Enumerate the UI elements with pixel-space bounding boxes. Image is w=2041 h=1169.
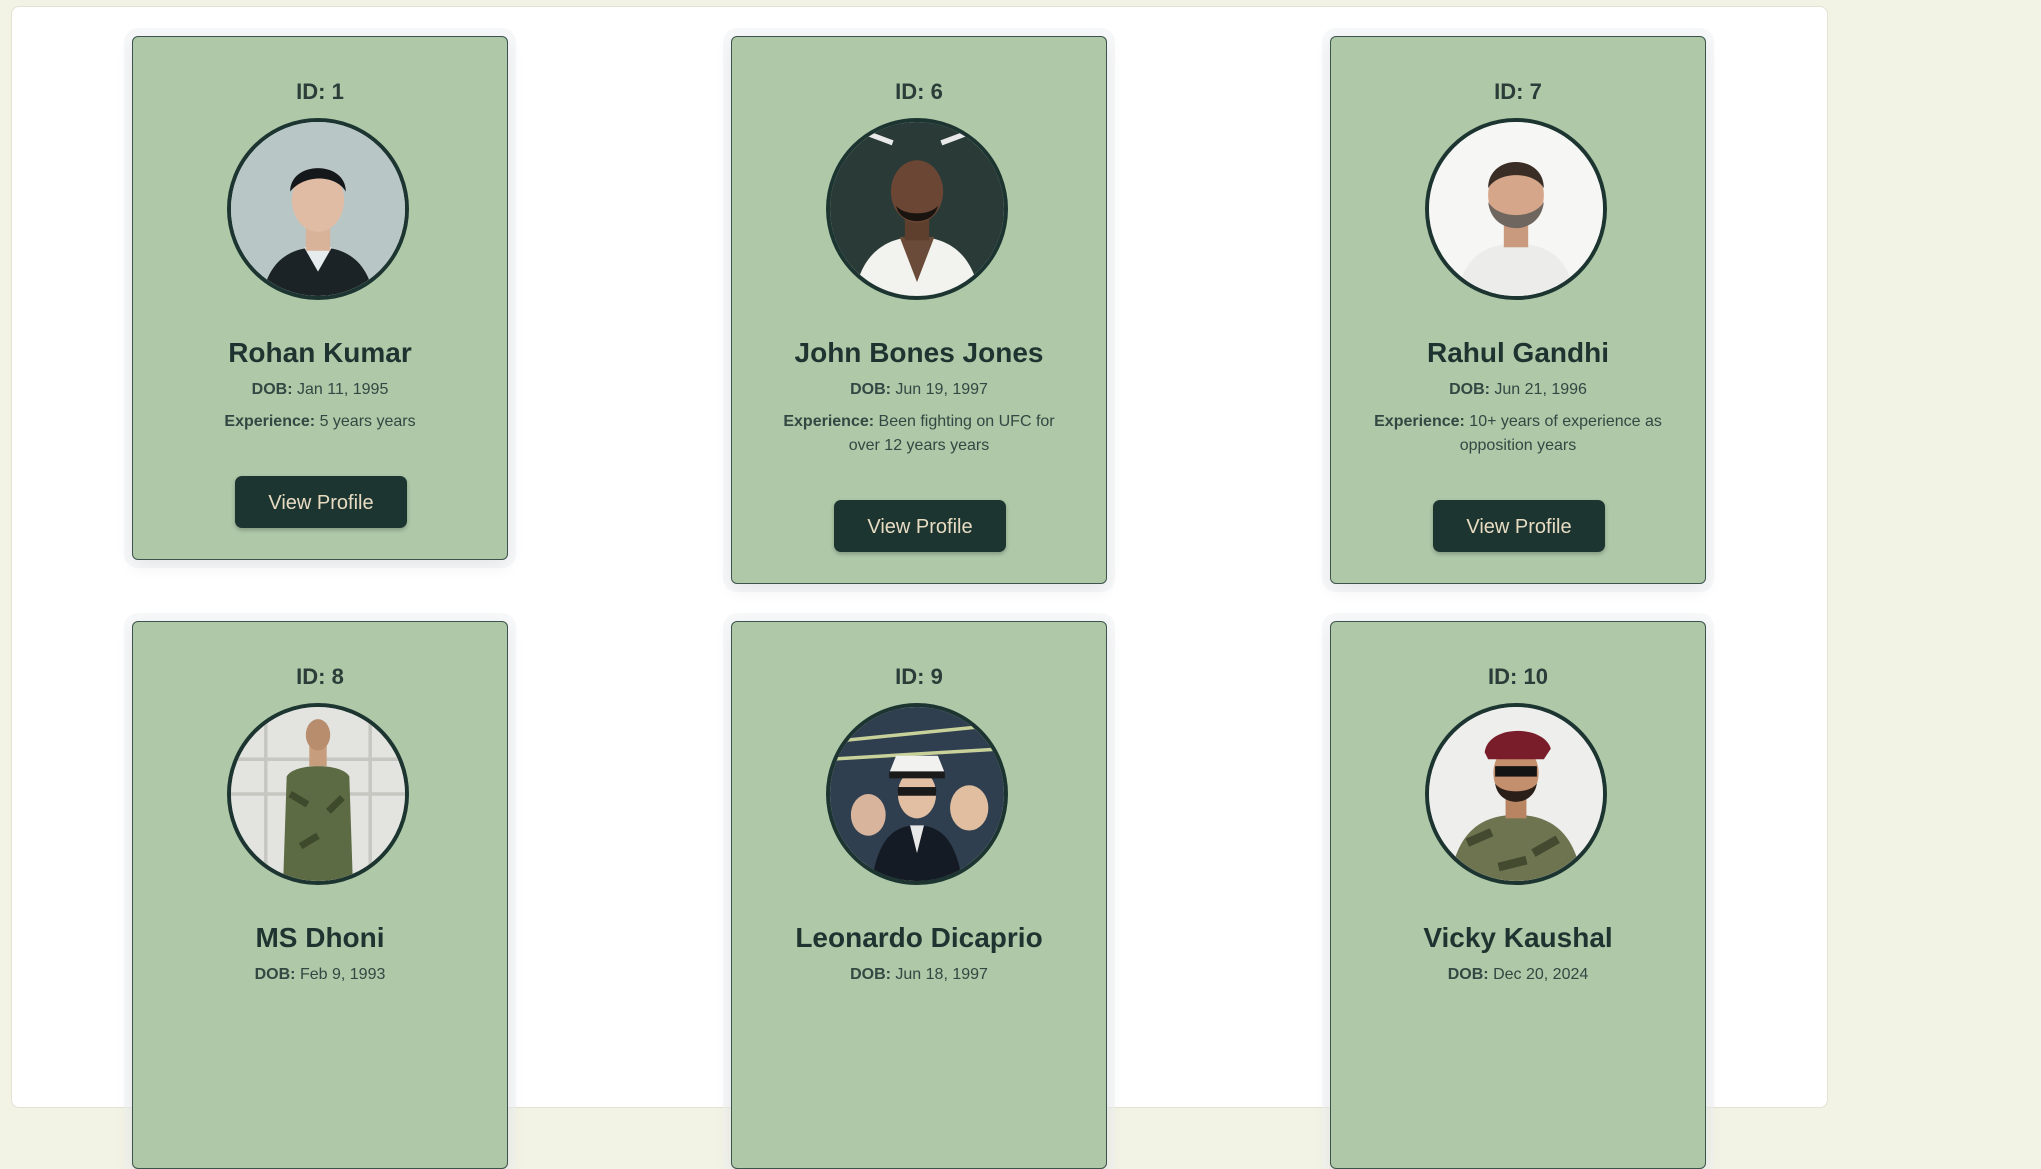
profile-name: John Bones Jones <box>794 337 1044 368</box>
profile-dob: DOB: Jun 18, 1997 <box>850 966 988 983</box>
profile-id: ID: 1 <box>296 79 344 104</box>
view-profile-button[interactable]: View Profile <box>235 476 407 528</box>
profile-name: Rahul Gandhi <box>1427 337 1609 368</box>
view-profile-button[interactable]: View Profile <box>1433 500 1605 552</box>
view-profile-button[interactable]: View Profile <box>834 500 1006 552</box>
profile-name: Vicky Kaushal <box>1423 922 1613 953</box>
profile-name: Leonardo Dicaprio <box>795 922 1043 953</box>
profile-id: ID: 8 <box>296 664 344 689</box>
profile-avatar <box>1425 118 1607 300</box>
profile-avatar <box>826 118 1008 300</box>
profile-experience: Experience: 5 years years <box>224 413 416 430</box>
profile-id: ID: 9 <box>895 664 943 689</box>
profile-avatar <box>826 703 1008 885</box>
profile-card: ID: 9 Leonardo Dicaprio DOB: Jun 18, 199… <box>731 621 1107 1169</box>
main-panel: ID: 1 Rohan Kumar DOB: Jan 11, 1995 Expe… <box>11 6 1828 1169</box>
profile-name: Rohan Kumar <box>228 337 412 368</box>
profile-experience: Experience: Been fighting on UFC for ove… <box>783 413 1055 454</box>
profile-id: ID: 10 <box>1488 664 1548 689</box>
profile-id: ID: 7 <box>1494 79 1542 104</box>
profile-dob: DOB: Jan 11, 1995 <box>251 381 389 398</box>
profile-avatar <box>227 118 409 300</box>
profile-experience: Experience: 10+ years of experience as o… <box>1374 413 1662 454</box>
profile-card: ID: 1 Rohan Kumar DOB: Jan 11, 1995 Expe… <box>132 36 508 560</box>
profile-card: ID: 6 John Bones Jones DOB: Jun 19, 1997… <box>731 36 1107 584</box>
profile-name: MS Dhoni <box>255 922 385 953</box>
profile-avatar <box>227 703 409 885</box>
profile-dob: DOB: Jun 21, 1996 <box>1449 381 1587 398</box>
profile-card: ID: 7 Rahul Gandhi DOB: Jun 21, 1996 Exp… <box>1330 36 1706 584</box>
profile-id: ID: 6 <box>895 79 943 104</box>
profile-dob: DOB: Dec 20, 2024 <box>1447 966 1589 983</box>
profile-dob: DOB: Feb 9, 1993 <box>254 966 386 983</box>
profile-avatar <box>1425 703 1607 885</box>
profile-card: ID: 10 Vicky Kaushal DOB: Dec 20, 2024 <box>1330 621 1706 1169</box>
profile-card: ID: 8 MS Dhoni DOB: Feb 9, 1993 <box>132 621 508 1169</box>
profile-dob: DOB: Jun 19, 1997 <box>850 381 988 398</box>
